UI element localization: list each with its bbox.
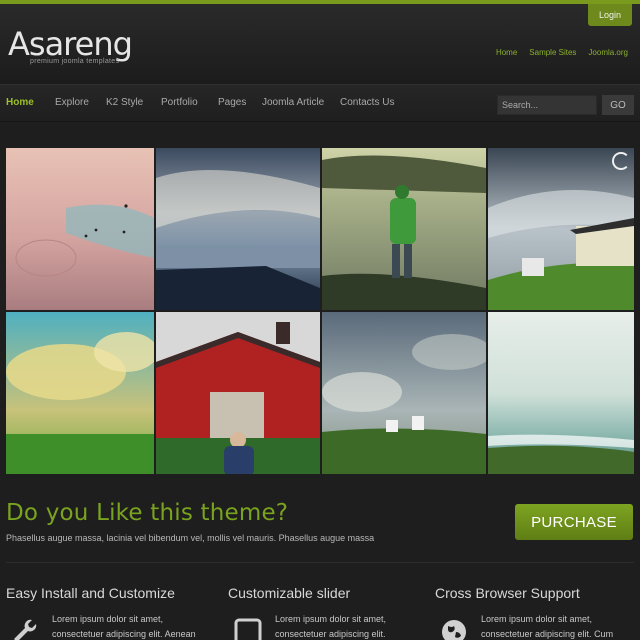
top-link-joomla-org[interactable]: Joomla.org: [588, 48, 628, 57]
slider-image-house-on-hill[interactable]: [488, 148, 634, 310]
feature-text-customizable-slider: Lorem ipsum dolor sit amet, consectetuer…: [275, 614, 387, 639]
header: Login Asareng premium joomla templates H…: [0, 4, 640, 84]
login-button[interactable]: Login: [588, 4, 632, 26]
slider-image-beach-pink[interactable]: [6, 148, 154, 310]
feature-text-easy-install: Lorem ipsum dolor sit amet, consectetuer…: [52, 614, 196, 639]
search-input[interactable]: [497, 95, 597, 115]
top-link-home[interactable]: Home: [496, 48, 517, 57]
loading-spinner-icon: [612, 152, 630, 170]
slider-image-misty-coast[interactable]: [488, 312, 634, 474]
site-logo[interactable]: Asareng: [8, 26, 133, 62]
feature-title-customizable-slider: Customizable slider: [228, 585, 351, 601]
section-divider: [6, 562, 634, 563]
cta-subtitle: Phasellus augue massa, lacinia vel biben…: [6, 533, 375, 543]
feature-title-cross-browser: Cross Browser Support: [435, 585, 580, 601]
slider-image-red-barn[interactable]: [156, 312, 320, 474]
slider-image-clouds-field[interactable]: [6, 312, 154, 474]
wrench-icon: [10, 616, 38, 640]
cta-title: Do you Like this theme?: [6, 500, 289, 526]
feature-text-cross-browser: Lorem ipsum dolor sit amet, consectetuer…: [481, 614, 614, 639]
slider-image-sea-horizon[interactable]: [156, 148, 320, 310]
slider-image-chairs-grass[interactable]: [322, 312, 486, 474]
search-go-button[interactable]: GO: [602, 95, 634, 115]
image-slider[interactable]: [6, 148, 634, 476]
nav-item-joomla-article[interactable]: Joomla Article: [262, 97, 324, 108]
nav-item-k2-style[interactable]: K2 Style: [106, 97, 143, 108]
square-icon: [234, 616, 262, 640]
purchase-button[interactable]: PURCHASE: [515, 504, 633, 540]
nav-item-home[interactable]: Home: [6, 97, 34, 108]
feature-title-easy-install: Easy Install and Customize: [6, 585, 175, 601]
main-nav: Home Explore K2 Style Portfolio Pages Jo…: [0, 84, 640, 122]
nav-item-portfolio[interactable]: Portfolio: [161, 97, 198, 108]
top-links: Home Sample Sites Joomla.org: [496, 48, 628, 57]
nav-item-pages[interactable]: Pages: [218, 97, 246, 108]
globe-icon: [440, 616, 468, 640]
nav-item-contacts-us[interactable]: Contacts Us: [340, 97, 394, 108]
top-link-sample-sites[interactable]: Sample Sites: [529, 48, 576, 57]
slider-image-man-on-rocks[interactable]: [322, 148, 486, 310]
nav-item-explore[interactable]: Explore: [55, 97, 89, 108]
site-tagline: premium joomla templates: [30, 58, 120, 65]
